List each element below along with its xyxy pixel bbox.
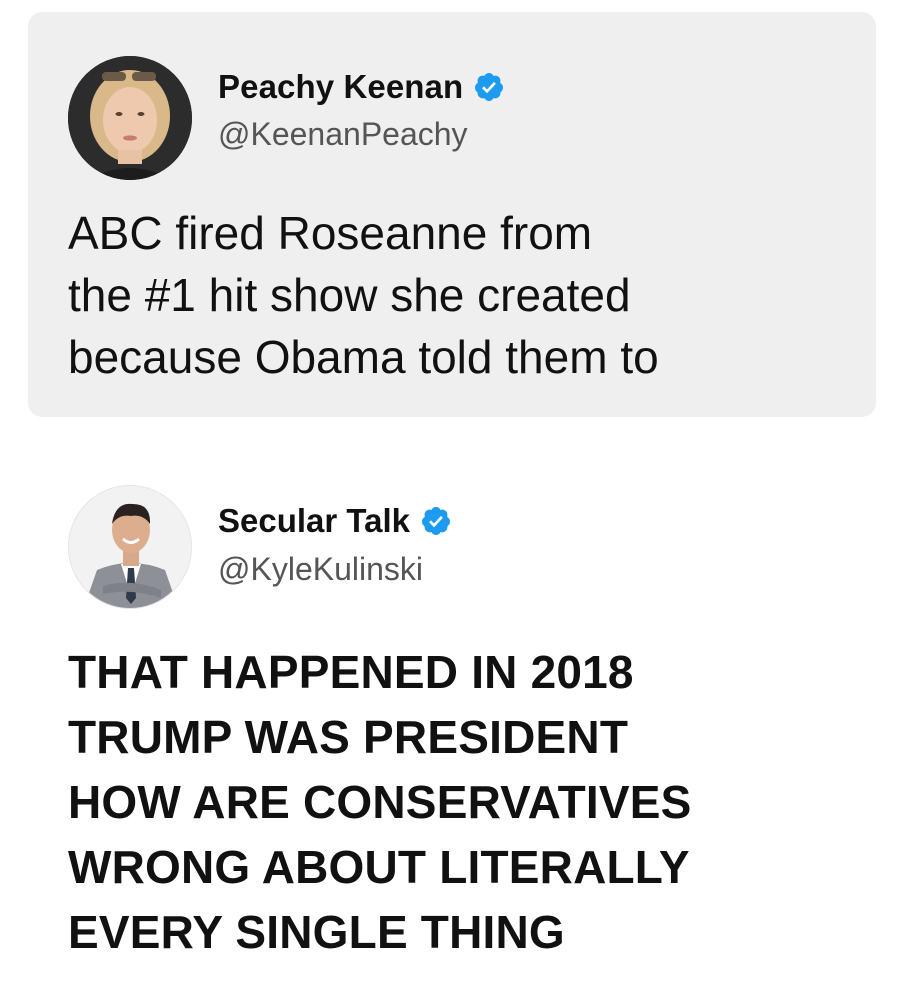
avatar[interactable] [68,56,192,180]
author-name[interactable]: Secular Talk [218,502,410,540]
avatar-photo [69,486,191,608]
author-handle[interactable]: @KyleKulinski [218,551,423,588]
verified-badge-icon [473,71,505,103]
author-name[interactable]: Peachy Keenan [218,68,463,106]
avatar[interactable] [68,485,192,609]
verified-badge-icon [420,505,452,537]
author-handle[interactable]: @KeenanPeachy [218,116,468,153]
avatar-photo [68,56,192,180]
tweet-text: THAT HAPPENED IN 2018 TRUMP WAS PRESIDEN… [68,646,692,958]
quoted-tweet-card[interactable]: Peachy Keenan @KeenanPeachy ABC fired Ro… [28,12,876,417]
tweet-text: ABC fired Roseanne from the #1 hit show … [68,207,659,383]
reply-author-row: Secular Talk [218,502,452,540]
quoted-author-row: Peachy Keenan [218,68,505,106]
